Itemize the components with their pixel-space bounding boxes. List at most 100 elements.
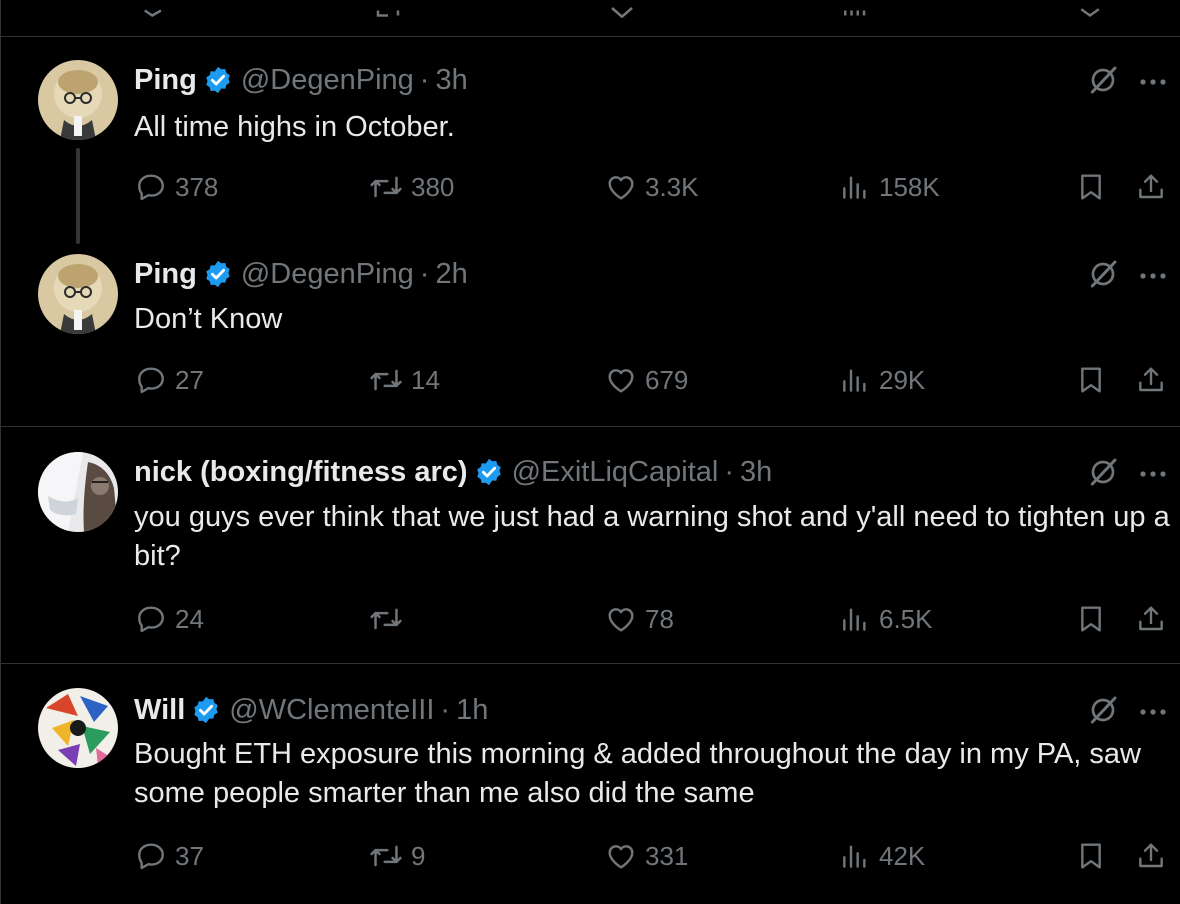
tweet-actions: 24 78 6.5K [135, 603, 1170, 639]
reply-button[interactable]: 37 [135, 840, 204, 872]
timestamp[interactable]: 2h [435, 256, 467, 292]
retweet-button[interactable]: 9 [369, 840, 425, 872]
retweet-icon [376, 10, 400, 17]
views-icon [844, 10, 866, 16]
reply-count: 27 [175, 364, 204, 395]
avatar[interactable] [38, 60, 118, 140]
tweet-actions: 27 14 679 29K [135, 364, 1170, 400]
verified-icon [474, 457, 504, 487]
share-icon [1139, 367, 1163, 392]
clipped-previous-tweet [1, 0, 1180, 37]
bookmark-button[interactable] [1075, 840, 1107, 872]
tweet-top-actions [1087, 64, 1167, 101]
share-button[interactable] [1135, 364, 1167, 396]
views-count: 42K [879, 840, 926, 871]
like-icon [608, 608, 634, 632]
share-icon [1139, 606, 1163, 631]
views-icon [843, 845, 866, 868]
like-icon [608, 845, 634, 869]
tweet-top-actions [1087, 258, 1167, 295]
handle[interactable]: @DegenPing [241, 62, 414, 98]
bookmark-icon [1081, 367, 1101, 393]
timestamp[interactable]: 1h [456, 692, 488, 728]
more-icon[interactable] [1139, 74, 1167, 92]
retweet-button[interactable]: 14 [369, 364, 440, 396]
views-icon [843, 176, 866, 199]
bookmark-button[interactable] [1075, 603, 1107, 635]
bookmark-icon [1080, 8, 1100, 18]
bookmark-button[interactable] [1075, 171, 1107, 203]
share-button[interactable] [1135, 171, 1167, 203]
handle[interactable]: @DegenPing [241, 256, 414, 292]
verified-icon [203, 259, 233, 289]
retweet-count: 14 [411, 364, 440, 395]
tweet[interactable]: Ping @DegenPing · 2h Don’t Know 27 14 67… [1, 236, 1180, 426]
views-icon [843, 608, 866, 631]
more-icon[interactable] [1139, 268, 1167, 286]
grok-icon[interactable] [1087, 64, 1119, 101]
retweet-button[interactable]: 380 [369, 171, 454, 203]
tweet-header: Ping @DegenPing · 2h [134, 256, 468, 292]
like-count: 3.3K [645, 171, 699, 202]
views-count: 29K [879, 364, 926, 395]
separator-dot: · [419, 258, 430, 290]
tweet[interactable]: nick (boxing/fitness arc) @ExitLiqCapita… [1, 427, 1180, 663]
views-button[interactable]: 6.5K [839, 603, 933, 635]
bookmark-button[interactable] [1075, 364, 1107, 396]
reply-count: 378 [175, 171, 219, 202]
display-name[interactable]: nick (boxing/fitness arc) [134, 454, 468, 490]
views-button[interactable]: 42K [839, 840, 925, 872]
share-icon [1139, 843, 1163, 868]
reply-icon [138, 606, 164, 633]
tweet-header: nick (boxing/fitness arc) @ExitLiqCapita… [134, 454, 772, 490]
like-button[interactable]: 331 [605, 840, 688, 872]
tweet[interactable]: Ping @DegenPing · 3h All time highs in O… [1, 36, 1180, 244]
timestamp[interactable]: 3h [740, 454, 772, 490]
avatar[interactable] [38, 254, 118, 334]
grok-icon[interactable] [1087, 258, 1119, 295]
display-name[interactable]: Ping [134, 62, 197, 98]
reply-count: 24 [175, 603, 204, 634]
avatar[interactable] [38, 688, 118, 768]
handle[interactable]: @WClementeIII [229, 692, 434, 728]
grok-icon[interactable] [1087, 694, 1119, 731]
views-count: 6.5K [879, 603, 933, 634]
retweet-icon [370, 369, 402, 391]
share-icon [1139, 174, 1163, 199]
share-button[interactable] [1135, 603, 1167, 635]
bookmark-icon [1081, 843, 1101, 869]
like-icon [608, 176, 634, 200]
reply-icon [138, 367, 164, 394]
tweet-text: All time highs in October. [134, 111, 455, 143]
grok-icon[interactable] [1087, 456, 1119, 493]
more-icon[interactable] [1139, 466, 1167, 484]
views-icon [843, 369, 866, 392]
like-button[interactable]: 3.3K [605, 171, 699, 203]
retweet-button[interactable] [369, 603, 411, 635]
retweet-icon [370, 608, 402, 630]
tweet-header: Will @WClementeIII · 1h [134, 692, 488, 728]
like-count: 78 [645, 603, 674, 634]
like-count: 331 [645, 840, 689, 871]
like-button[interactable]: 679 [605, 364, 688, 396]
avatar[interactable] [38, 452, 118, 532]
tweet-header: Ping @DegenPing · 3h [134, 62, 468, 98]
separator-dot: · [419, 64, 430, 96]
separator-dot: · [724, 456, 735, 488]
display-name[interactable]: Ping [134, 256, 197, 292]
views-button[interactable]: 158K [839, 171, 940, 203]
more-icon[interactable] [1139, 704, 1167, 722]
share-button[interactable] [1135, 840, 1167, 872]
retweet-icon [370, 845, 402, 867]
tweet-text: Don’t Know [134, 303, 283, 335]
timestamp[interactable]: 3h [435, 62, 467, 98]
reply-button[interactable]: 27 [135, 364, 204, 396]
tweet[interactable]: Will @WClementeIII · 1h Bought ETH expos… [1, 664, 1180, 904]
handle[interactable]: @ExitLiqCapital [512, 454, 719, 490]
reply-button[interactable]: 24 [135, 603, 204, 635]
reply-button[interactable]: 378 [135, 171, 218, 203]
retweet-icon [370, 176, 402, 198]
display-name[interactable]: Will [134, 692, 185, 728]
views-button[interactable]: 29K [839, 364, 925, 396]
like-button[interactable]: 78 [605, 603, 674, 635]
